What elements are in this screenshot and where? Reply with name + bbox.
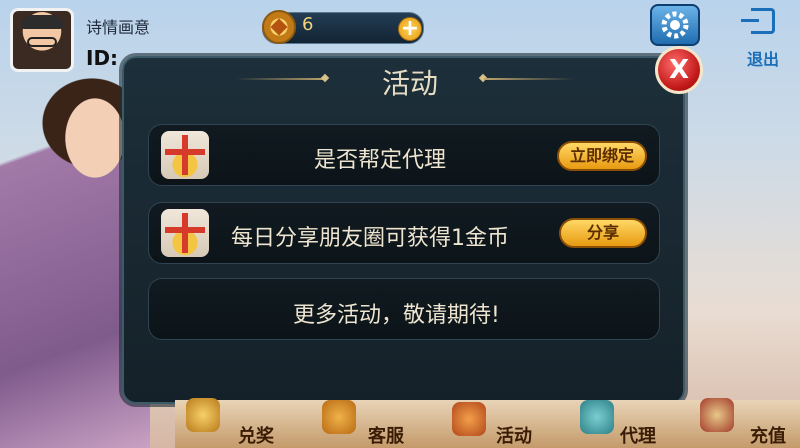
agent-icon: [580, 400, 614, 434]
activity-item-bind-agent: 是否帮定代理 立即绑定: [148, 124, 660, 186]
coin-count: 6: [302, 14, 314, 35]
user-id-label: ID:: [86, 46, 119, 70]
redeem-icon: [186, 398, 220, 432]
nav-item-service[interactable]: 客服: [322, 398, 422, 448]
activity-icon: [452, 402, 486, 436]
nav-item-agent[interactable]: 代理: [580, 398, 680, 448]
activity-text: 更多活动，敬请期待!: [293, 303, 500, 328]
gear-icon: [661, 11, 689, 39]
share-button[interactable]: 分享: [559, 218, 647, 248]
nav-label: 客服: [368, 426, 404, 447]
title-divider-right: [484, 78, 574, 80]
glasses-icon: [27, 37, 57, 47]
nav-item-redeem[interactable]: 兑奖: [186, 398, 286, 448]
username: 诗情画意: [86, 18, 151, 37]
activity-text: 每日分享朋友圈可获得1金币: [231, 226, 509, 251]
nav-item-activity[interactable]: 活动: [452, 398, 552, 448]
title-divider-left: [236, 78, 326, 80]
nav-label: 充值: [750, 426, 786, 447]
exit-icon: [741, 8, 775, 34]
nav-label: 代理: [620, 426, 656, 447]
activity-text: 是否帮定代理: [314, 148, 447, 173]
activity-item-share: 每日分享朋友圈可获得1金币 分享: [148, 202, 660, 264]
dialog-title: 活动: [381, 67, 438, 100]
nav-label: 活动: [496, 426, 532, 447]
gift-icon: [161, 209, 209, 257]
recharge-icon: [700, 398, 734, 432]
service-icon: [322, 400, 356, 434]
close-button[interactable]: X: [655, 46, 703, 94]
activity-item-more: 更多活动，敬请期待!: [148, 278, 660, 340]
bind-now-button[interactable]: 立即绑定: [557, 141, 647, 171]
gift-icon: [161, 131, 209, 179]
nav-item-recharge[interactable]: 充值: [700, 398, 800, 448]
settings-button[interactable]: [650, 4, 700, 46]
coin-icon: [262, 10, 296, 44]
avatar[interactable]: [10, 8, 74, 72]
exit-button[interactable]: 退出: [738, 4, 788, 70]
add-coins-button[interactable]: +: [398, 17, 422, 41]
exit-label: 退出: [746, 50, 779, 69]
nav-label: 兑奖: [238, 426, 274, 447]
hat-icon: [21, 15, 63, 29]
